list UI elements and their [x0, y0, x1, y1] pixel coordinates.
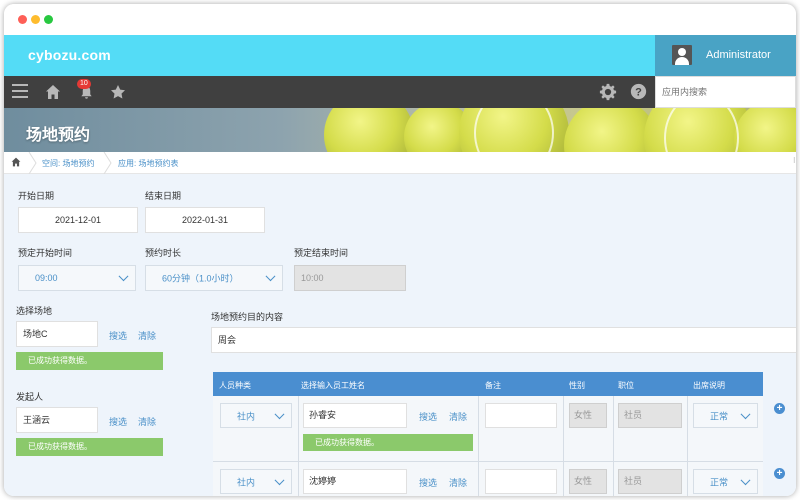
- page-banner: 场地预约: [4, 108, 796, 152]
- favorites-star-icon[interactable]: [110, 84, 126, 100]
- end-time-label: 预定结束时间: [294, 248, 349, 258]
- add-row-button[interactable]: +: [774, 403, 785, 414]
- chevron-down-icon: [274, 408, 285, 419]
- attendee-gender-field: 女性: [569, 403, 607, 428]
- breadcrumb-app-link[interactable]: 应用: 场地预约表: [118, 158, 178, 169]
- end-date-field[interactable]: 2022-01-31: [145, 207, 265, 233]
- organizer-field[interactable]: 王涵云: [16, 407, 98, 433]
- attendance-value: 正常: [710, 411, 729, 421]
- table-row: 社内 孙睿安 搜选 清除 已成功获得数据。 女性 社员 正常: [213, 396, 763, 462]
- help-icon[interactable]: ?: [630, 83, 647, 100]
- venue-lookup-button[interactable]: 搜选: [109, 329, 127, 342]
- attendee-type-select[interactable]: 社内: [220, 403, 292, 428]
- venue-field[interactable]: 场地C: [16, 321, 98, 347]
- app-search-input[interactable]: [656, 77, 795, 107]
- chevron-down-icon: [118, 271, 129, 282]
- purpose-label: 场地预约目的内容: [211, 312, 284, 322]
- maximize-window-button[interactable]: [44, 15, 53, 24]
- start-time-select[interactable]: 09:00: [18, 265, 136, 291]
- duration-label: 预约时长: [145, 248, 182, 258]
- app-search-box[interactable]: [655, 76, 796, 108]
- organizer-label: 发起人: [16, 392, 44, 402]
- chevron-down-icon: [274, 474, 285, 485]
- attendee-type-value: 社内: [237, 477, 256, 487]
- start-time-label: 预定开始时间: [18, 248, 73, 258]
- user-menu[interactable]: Administrator: [655, 35, 796, 76]
- notification-count-badge: 10: [77, 79, 91, 89]
- minimize-window-button[interactable]: [31, 15, 40, 24]
- column-header: 选择输入员工姓名: [301, 381, 365, 390]
- end-time-field: 10:00: [294, 265, 406, 291]
- attendee-name-field[interactable]: 孙睿安: [303, 403, 407, 428]
- user-name: Administrator: [706, 49, 771, 61]
- cybozu-logo[interactable]: cybozu.com: [28, 47, 111, 63]
- add-row-button[interactable]: +: [774, 468, 785, 479]
- attendee-name-field[interactable]: 沈婷婷: [303, 469, 407, 494]
- settings-gear-icon[interactable]: [599, 83, 617, 101]
- venue-clear-button[interactable]: 清除: [138, 329, 156, 342]
- organizer-clear-button[interactable]: 清除: [138, 415, 156, 428]
- start-date-field[interactable]: 2021-12-01: [18, 207, 138, 233]
- attendee-lookup-button[interactable]: 搜选: [419, 410, 437, 423]
- page-title: 场地预约: [26, 127, 91, 144]
- chevron-down-icon: [265, 271, 276, 282]
- venue-label: 选择场地: [16, 306, 53, 316]
- menu-icon[interactable]: [12, 84, 28, 100]
- end-date-label: 结束日期: [145, 191, 182, 201]
- duration-value: 60分钟（1.0小时）: [162, 273, 239, 284]
- column-header: 出席说明: [693, 381, 725, 390]
- attendee-note-field[interactable]: [485, 469, 557, 494]
- attendee-position-field: 社员: [618, 403, 682, 428]
- duration-select[interactable]: 60分钟（1.0小时）: [145, 265, 283, 291]
- column-header: 职位: [618, 381, 634, 390]
- attendee-type-value: 社内: [237, 411, 256, 421]
- app-window: cybozu.com Administrator 10 ? 应用内搜索 场地预约…: [4, 4, 796, 496]
- attendee-gender-field: 女性: [569, 469, 607, 494]
- breadcrumb-separator-icon: [103, 152, 112, 174]
- record-form: 开始日期 2021-12-01 结束日期 2022-01-31 预定开始时间 0…: [4, 174, 796, 496]
- attendee-note-field[interactable]: [485, 403, 557, 428]
- svg-text:?: ?: [635, 86, 642, 98]
- attendee-clear-button[interactable]: 清除: [449, 410, 467, 423]
- purpose-field[interactable]: 周会: [211, 327, 796, 353]
- attendance-select[interactable]: 正常: [693, 403, 758, 428]
- breadcrumb-space-link[interactable]: 空间: 场地预约: [42, 158, 94, 169]
- breadcrumb: 空间: 场地预约 应用: 场地预约表: [4, 152, 796, 174]
- venue-success-message: 已成功获得数据。: [16, 352, 163, 370]
- start-date-label: 开始日期: [18, 191, 55, 201]
- column-header: 性别: [569, 381, 585, 390]
- chevron-down-icon: [740, 408, 751, 419]
- scroll-handle[interactable]: ⁝: [793, 156, 796, 165]
- breadcrumb-home-icon[interactable]: [11, 157, 21, 167]
- navigation-bar: 10 ?: [4, 76, 796, 108]
- column-header: 备注: [485, 381, 501, 390]
- attendance-select[interactable]: 正常: [693, 469, 758, 494]
- top-header: cybozu.com Administrator: [4, 35, 796, 76]
- avatar-icon: [672, 45, 692, 65]
- attendee-clear-button[interactable]: 清除: [449, 476, 467, 489]
- organizer-success-message: 已成功获得数据。: [16, 438, 163, 456]
- organizer-lookup-button[interactable]: 搜选: [109, 415, 127, 428]
- table-row: 社内 沈婷婷 搜选 清除 女性 社员 正常: [213, 462, 763, 496]
- breadcrumb-separator-icon: [28, 152, 37, 174]
- home-icon[interactable]: [45, 84, 61, 100]
- column-header: 人员种类: [219, 381, 251, 390]
- close-window-button[interactable]: [18, 15, 27, 24]
- window-chrome: [4, 4, 796, 35]
- start-time-value: 09:00: [35, 273, 58, 283]
- attendee-type-select[interactable]: 社内: [220, 469, 292, 494]
- attendee-success-message: 已成功获得数据。: [303, 434, 473, 451]
- chevron-down-icon: [740, 474, 751, 485]
- attendee-lookup-button[interactable]: 搜选: [419, 476, 437, 489]
- attendance-value: 正常: [710, 477, 729, 487]
- attendee-position-field: 社员: [618, 469, 682, 494]
- attendee-table-header: 人员种类 选择输入员工姓名 备注 性别 职位 出席说明: [213, 372, 763, 396]
